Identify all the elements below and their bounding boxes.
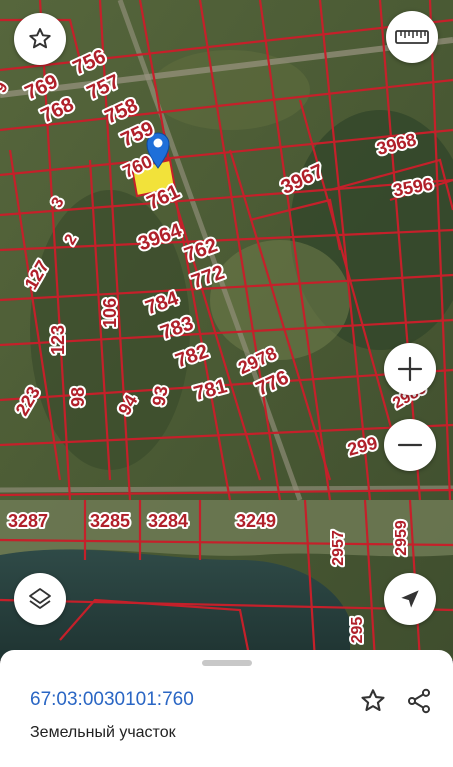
parcel-label-3287[interactable]: 3287 [6,509,50,533]
parcel-label-3249[interactable]: 3249 [234,509,278,533]
ruler-button[interactable] [386,11,438,63]
parcel-label-3285[interactable]: 3285 [88,509,132,533]
plus-icon [397,356,423,382]
field-area [210,240,350,360]
zoom-out-button[interactable] [384,419,436,471]
parcel-label-2957[interactable]: 2957 [328,528,349,568]
navigation-arrow-icon [401,590,419,608]
locate-button[interactable] [384,573,436,625]
cadastral-number[interactable]: 67:03:0030101:760 [30,689,194,711]
object-type-label: Земельный участок [30,724,176,741]
parcel-label-106[interactable]: 106 [98,296,122,330]
parcel-info-sheet[interactable]: 67:03:0030101:760 Земельный участок [0,650,453,767]
map-view[interactable]: 756 757 758 759 760 761 769 768 3968 3967 3596 3964… [0,0,453,660]
parcel-label-3284[interactable]: 3284 [146,509,190,533]
star-outline-icon [29,28,51,49]
share-icon [407,688,431,714]
parcel-label-123[interactable]: 123 [46,323,70,357]
parcel-label-295[interactable]: 295 [347,615,368,646]
parcel-label-93[interactable]: 93 [147,382,174,409]
zoom-in-button[interactable] [384,343,436,395]
sheet-favorite-button[interactable] [356,684,390,718]
star-outline-icon [361,689,385,712]
sheet-share-button[interactable] [402,684,436,718]
parcel-label-2959[interactable]: 2959 [391,518,412,558]
shore-strip [0,500,453,557]
sheet-drag-handle[interactable] [202,660,252,666]
favorite-button[interactable] [14,13,66,65]
layers-icon [29,588,51,609]
minus-icon [397,443,423,447]
ruler-icon [395,30,429,44]
parcel-label-98[interactable]: 98 [66,385,90,409]
layers-button[interactable] [14,573,66,625]
